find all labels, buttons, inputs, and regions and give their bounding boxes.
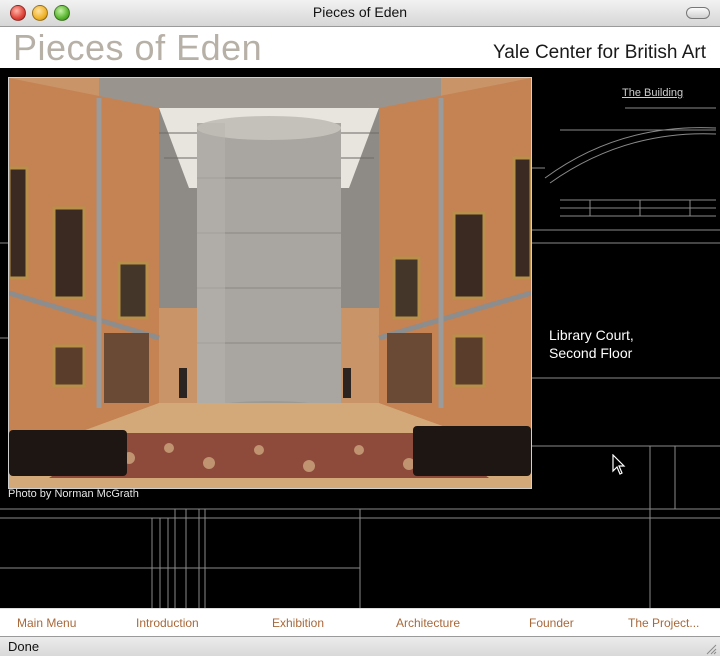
content-stage: Photo by Norman McGrath The Building Lib…	[0, 68, 720, 608]
site-header: Pieces of Eden Yale Center for British A…	[0, 27, 720, 68]
window-title: Pieces of Eden	[312, 4, 408, 20]
nav-exhibition[interactable]: Exhibition	[272, 616, 324, 630]
browser-window: Pieces of Eden Pieces of Eden Yale Cente…	[0, 0, 720, 656]
main-navigation: Main Menu Introduction Exhibition Archit…	[0, 608, 720, 637]
title-bar[interactable]: Pieces of Eden	[0, 0, 720, 27]
library-court-photo	[8, 77, 532, 489]
site-logo: Pieces of Eden	[13, 27, 263, 68]
toolbar-toggle-icon[interactable]	[686, 7, 710, 19]
nav-architecture[interactable]: Architecture	[396, 616, 460, 630]
caption-line-1: Library Court,	[549, 327, 634, 343]
nav-introduction[interactable]: Introduction	[136, 616, 199, 630]
resize-grip-icon[interactable]	[705, 643, 717, 655]
nav-the-project[interactable]: The Project...	[628, 616, 699, 630]
status-bar: Done	[0, 636, 720, 656]
site-subtitle: Yale Center for British Art	[493, 42, 706, 63]
nav-main-menu[interactable]: Main Menu	[17, 616, 76, 630]
the-building-link[interactable]: The Building	[622, 87, 683, 99]
caption-line-2: Second Floor	[549, 345, 633, 361]
photo-credit: Photo by Norman McGrath	[8, 488, 139, 500]
status-text: Done	[8, 639, 40, 654]
pointer-cursor-icon	[612, 454, 626, 475]
photo-caption: Library Court, Second Floor	[549, 326, 634, 362]
nav-founder[interactable]: Founder	[529, 616, 574, 630]
